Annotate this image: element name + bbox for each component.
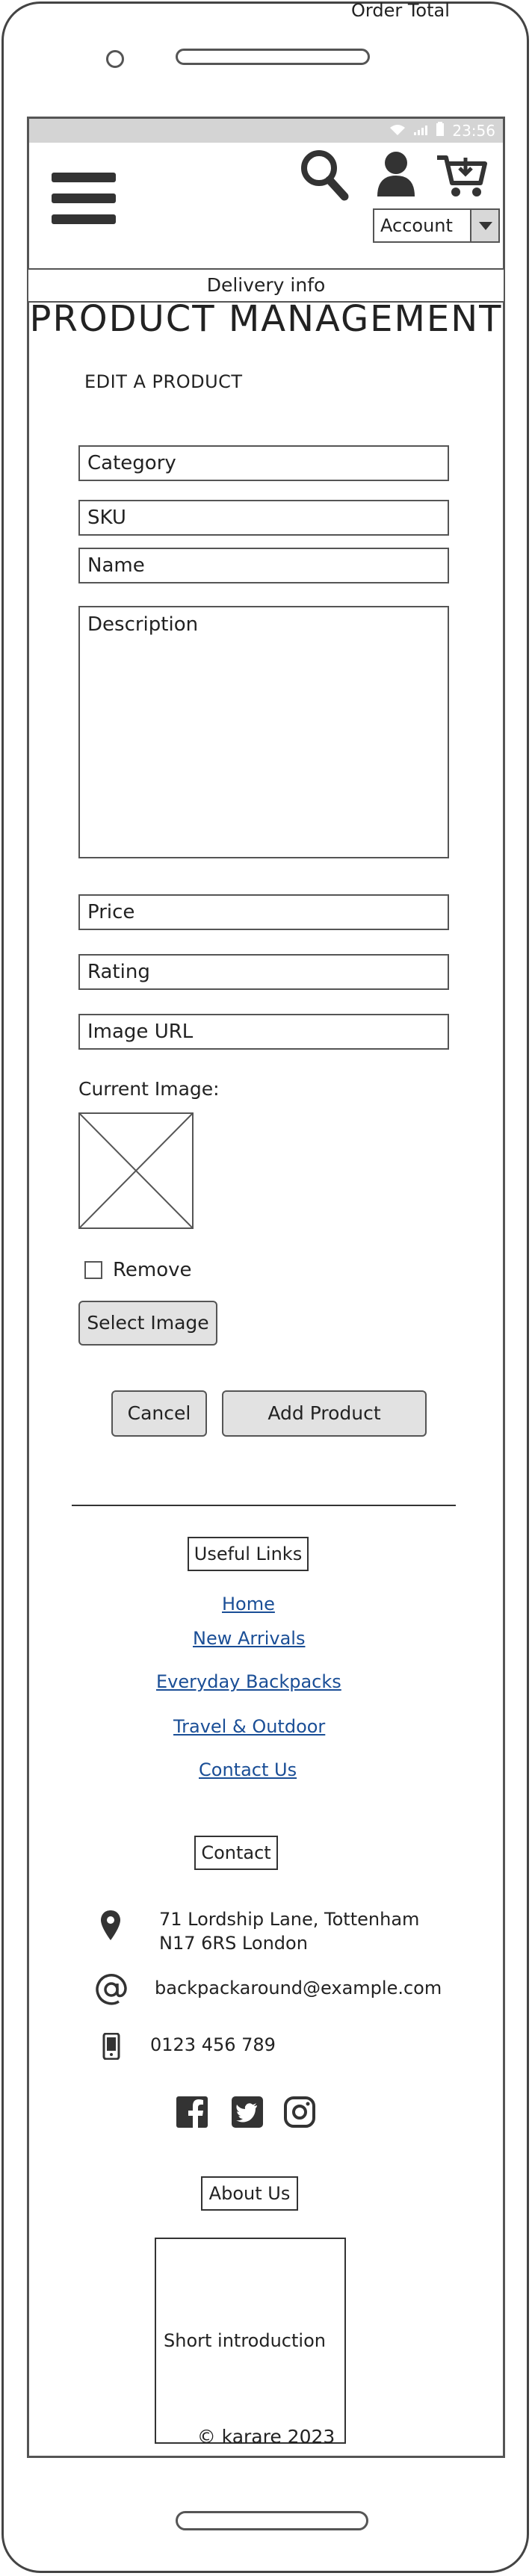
phone-number: 0123 456 789	[150, 2034, 276, 2055]
about-us-heading: About Us	[201, 2176, 298, 2211]
rating-field[interactable]	[78, 954, 449, 990]
twitter-icon[interactable]	[231, 2096, 264, 2128]
about-intro-box: Short introduction	[155, 2238, 346, 2444]
chevron-down-icon[interactable]	[470, 210, 498, 241]
sku-field[interactable]	[78, 500, 449, 536]
battery-icon	[436, 121, 445, 140]
name-field[interactable]	[78, 548, 449, 583]
remove-label: Remove	[113, 1259, 192, 1281]
footer-link-travel-outdoor[interactable]: Travel & Outdoor	[173, 1716, 325, 1737]
speaker-icon	[176, 49, 370, 65]
footer-link-home[interactable]: Home	[222, 1594, 275, 1614]
signal-icon	[413, 122, 428, 140]
select-image-button[interactable]: Select Image	[78, 1301, 217, 1346]
footer-divider	[72, 1505, 456, 1506]
footer-link-new-arrivals[interactable]: New Arrivals	[193, 1628, 305, 1649]
section-title: EDIT A PRODUCT	[84, 371, 243, 392]
current-image-label: Current Image:	[78, 1078, 220, 1100]
wifi-icon	[389, 122, 406, 140]
search-icon[interactable]	[300, 149, 349, 201]
image-placeholder	[78, 1112, 194, 1229]
at-icon	[95, 1973, 128, 2006]
image-url-field[interactable]	[78, 1014, 449, 1050]
footer-link-everyday-backpacks[interactable]: Everyday Backpacks	[156, 1671, 341, 1692]
status-bar: 23:56	[29, 119, 503, 143]
price-field[interactable]	[78, 894, 449, 930]
user-icon[interactable]	[376, 150, 416, 198]
order-total-label: Order Total	[351, 0, 450, 21]
about-intro-text: Short introduction	[164, 2330, 326, 2351]
account-dropdown-label: Account	[380, 215, 453, 236]
cancel-button[interactable]: Cancel	[111, 1390, 207, 1437]
status-time: 23:56	[452, 122, 495, 140]
screen: 23:56 Account Delivery info PRODUCT MANA…	[27, 117, 505, 2458]
account-dropdown[interactable]: Account	[373, 208, 500, 243]
footer-link-contact-us[interactable]: Contact Us	[199, 1759, 297, 1780]
location-pin-icon	[99, 1909, 122, 1942]
phone-icon	[102, 2032, 120, 2061]
copyright-text: © karare 2023	[197, 2426, 335, 2447]
contact-heading: Contact	[194, 1836, 278, 1870]
remove-checkbox[interactable]	[84, 1261, 102, 1279]
instagram-icon[interactable]	[283, 2096, 316, 2128]
useful-links-heading: Useful Links	[188, 1537, 309, 1571]
home-button[interactable]	[176, 2511, 368, 2530]
hamburger-icon[interactable]	[52, 173, 116, 225]
category-field[interactable]	[78, 445, 449, 481]
address-line-1: 71 Lordship Lane, Tottenham	[159, 1909, 420, 1930]
page-title: PRODUCT MANAGEMENT	[29, 298, 503, 340]
description-field[interactable]	[78, 606, 449, 858]
add-product-button[interactable]: Add Product	[222, 1390, 427, 1437]
cart-icon[interactable]	[436, 153, 488, 199]
facebook-icon[interactable]	[176, 2096, 208, 2128]
remove-image-option[interactable]: Remove	[84, 1259, 192, 1281]
email-address: backpackaround@example.com	[155, 1978, 442, 1998]
address-line-2: N17 6RS London	[159, 1933, 308, 1954]
camera-icon	[106, 50, 124, 68]
